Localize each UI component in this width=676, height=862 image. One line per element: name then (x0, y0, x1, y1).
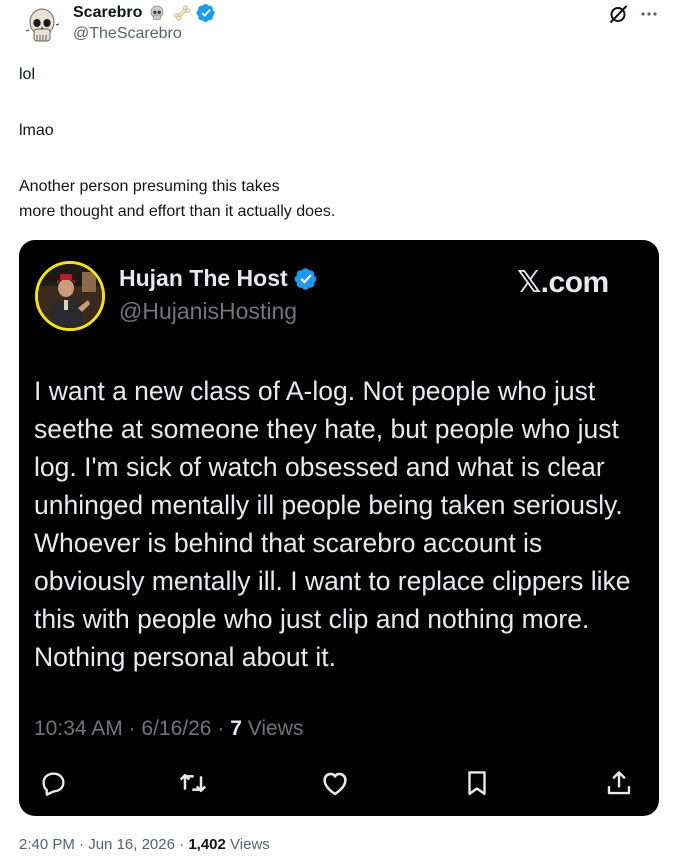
reply-icon (35, 765, 71, 801)
skull-icon (148, 4, 166, 22)
embedded-action-bar (19, 765, 659, 805)
meta-separator: · (128, 717, 136, 740)
bookmark-icon (459, 765, 495, 801)
post-paragraph: lol (19, 66, 36, 83)
post-views-count: 1,402 (188, 836, 226, 853)
embedded-post-image[interactable]: Hujan The Host @HujanisHosting 𝕏.com I w… (19, 240, 659, 816)
repost-icon (175, 765, 211, 801)
author-handle[interactable]: @TheScarebro (73, 25, 182, 43)
embedded-name-row: Hujan The Host (119, 265, 318, 292)
meta-separator: · (217, 717, 225, 740)
x-brand-logo: 𝕏.com (517, 266, 609, 299)
embedded-views-label: Views (247, 717, 304, 740)
embedded-post-meta: 10:34 AM · 6/16/26 · 7 Views (34, 717, 303, 741)
embedded-author-avatar (35, 261, 105, 331)
like-icon (317, 765, 353, 801)
post-meta: 2:40 PM · Jun 16, 2026 · 1,402 Views (19, 836, 270, 853)
person-avatar-icon (38, 264, 102, 328)
meta-separator: · (79, 836, 85, 853)
embedded-date: 6/16/26 (141, 717, 212, 740)
skull-avatar-icon (20, 3, 64, 47)
embedded-handle: @HujanisHosting (119, 298, 298, 324)
verified-badge-icon (294, 267, 318, 291)
post-paragraph: lmao (19, 122, 54, 139)
author-avatar[interactable] (20, 3, 64, 47)
embedded-time: 10:34 AM (34, 717, 123, 740)
grok-icon[interactable] (606, 2, 630, 26)
post-date[interactable]: Jun 16, 2026 (88, 836, 175, 853)
embedded-views-count: 7 (230, 717, 242, 740)
embedded-post-body: I want a new class of A-log. Not people … (34, 376, 631, 672)
bone-icon (172, 4, 192, 22)
author-name-row: Scarebro (73, 2, 216, 24)
post-time[interactable]: 2:40 PM (19, 836, 75, 853)
more-options-icon[interactable] (638, 4, 660, 24)
verified-badge-icon (196, 3, 216, 23)
meta-separator: · (179, 836, 185, 853)
post-header: Scarebro @TheScarebro (0, 0, 676, 56)
author-display-name[interactable]: Scarebro (73, 4, 142, 22)
post-paragraph: Another person presuming this takes more… (19, 178, 336, 220)
post-views-label: Views (230, 836, 270, 853)
embedded-display-name: Hujan The Host (119, 265, 288, 291)
share-icon (601, 765, 637, 801)
